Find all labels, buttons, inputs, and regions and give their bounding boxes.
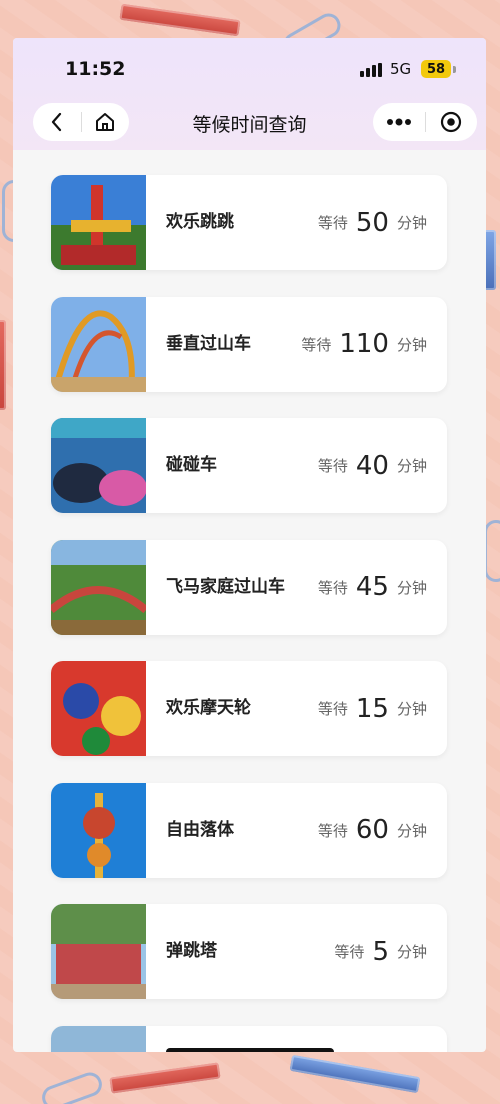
ride-card[interactable]: 飞马家庭过山车 等待 45 分钟 — [51, 539, 447, 635]
ride-card[interactable]: 垂直过山车 等待 110 分钟 — [51, 296, 447, 392]
ride-thumbnail — [51, 1025, 146, 1052]
wait-label: 等待 — [301, 335, 332, 354]
phone-screen: 11:52 5G 58 等候时间查询 欢乐跳跳 等待 50 分钟 垂直过山车 等… — [13, 38, 486, 1052]
network-label: 5G — [390, 60, 412, 78]
wait-unit: 分钟 — [396, 335, 427, 354]
wait-minutes: 5 — [372, 936, 389, 967]
ride-name: 欢乐摩天轮 — [166, 698, 251, 718]
close-miniprogram-button[interactable] — [425, 103, 477, 141]
paperclip-decoration — [38, 1069, 106, 1104]
ride-thumbnail — [51, 418, 146, 513]
ride-card[interactable]: 自由落体 等待 60 分钟 — [51, 782, 447, 878]
wait-label: 等待 — [317, 214, 348, 232]
wait-minutes: 50 — [355, 207, 389, 238]
more-button[interactable] — [373, 103, 425, 141]
wait-unit: 分钟 — [396, 700, 427, 718]
wait-time: 等待 110 分钟 — [301, 297, 427, 392]
wait-time: 等待 15 分钟 — [318, 661, 427, 756]
wait-label: 等待 — [317, 578, 348, 597]
wait-time: 等待 50 分钟 — [318, 175, 427, 270]
wait-unit: 分钟 — [396, 943, 427, 961]
status-time: 11:52 — [65, 58, 126, 80]
pencil-decoration — [109, 1062, 221, 1094]
wait-time: 等待 45 分钟 — [318, 540, 427, 635]
wait-minutes: 15 — [355, 693, 389, 724]
wait-time: 等待 5 分钟 — [334, 904, 427, 999]
target-icon — [441, 111, 462, 133]
wait-unit: 分钟 — [396, 457, 427, 475]
signal-icon — [360, 63, 382, 77]
header: 11:52 5G 58 等候时间查询 — [13, 38, 486, 150]
pencil-decoration — [289, 1054, 421, 1094]
ride-thumbnail — [51, 175, 146, 270]
paperclip-decoration — [484, 520, 500, 582]
ride-name: 碰碰车 — [166, 455, 217, 475]
ride-thumbnail — [51, 296, 146, 392]
cut-off-content — [166, 1047, 334, 1052]
wait-minutes: 110 — [339, 329, 389, 359]
ride-name: 弹跳塔 — [166, 941, 217, 961]
wait-label: 等待 — [317, 821, 348, 840]
wait-label: 等待 — [334, 943, 365, 961]
ride-card-partial[interactable] — [51, 1025, 447, 1052]
ride-name: 欢乐跳跳 — [166, 212, 234, 232]
pencil-decoration — [119, 3, 241, 37]
nav-right-capsule — [373, 103, 477, 141]
ride-thumbnail — [51, 539, 146, 635]
ride-card[interactable]: 欢乐摩天轮 等待 15 分钟 — [51, 661, 447, 756]
more-dots-icon — [386, 118, 411, 126]
wait-label: 等待 — [317, 457, 348, 475]
ride-list: 欢乐跳跳 等待 50 分钟 垂直过山车 等待 110 分钟 碰碰车 等待 40 … — [51, 175, 447, 1052]
ride-card[interactable]: 碰碰车 等待 40 分钟 — [51, 418, 447, 513]
ride-card[interactable]: 欢乐跳跳 等待 50 分钟 — [51, 175, 447, 270]
ride-thumbnail — [51, 782, 146, 878]
pencil-decoration — [0, 320, 6, 410]
wait-unit: 分钟 — [396, 214, 427, 232]
wait-minutes: 60 — [355, 815, 389, 845]
ride-thumbnail — [51, 661, 146, 756]
ride-name: 飞马家庭过山车 — [166, 576, 285, 597]
ride-name: 垂直过山车 — [166, 333, 251, 354]
wait-unit: 分钟 — [396, 578, 427, 597]
battery-icon: 58 — [421, 60, 451, 78]
battery-tip — [453, 66, 456, 73]
wait-label: 等待 — [317, 700, 348, 718]
wait-time: 等待 60 分钟 — [318, 783, 427, 878]
wait-unit: 分钟 — [396, 821, 427, 840]
ride-card[interactable]: 弹跳塔 等待 5 分钟 — [51, 904, 447, 999]
wait-time: 等待 40 分钟 — [318, 418, 427, 513]
wait-minutes: 40 — [355, 450, 389, 481]
ride-name: 自由落体 — [166, 819, 234, 840]
wait-minutes: 45 — [355, 572, 389, 602]
ride-thumbnail — [51, 904, 146, 999]
